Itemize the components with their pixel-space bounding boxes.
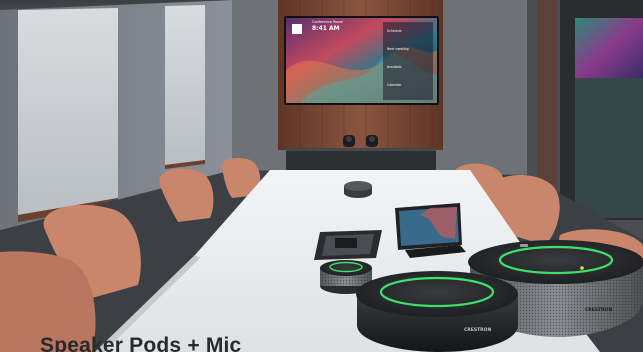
display-time: 8:41 AM	[312, 25, 340, 32]
brand-badge: CRESTRON	[464, 327, 491, 333]
laptop-dock	[314, 230, 382, 260]
window-right	[165, 5, 205, 165]
conference-room-scene: 8:41 AM Conference Room Schedule Next mee…	[0, 0, 643, 352]
display-list-item: Next meeting	[387, 47, 409, 51]
display-list-item: Available	[387, 65, 401, 69]
qr-code-icon	[292, 24, 302, 34]
speaker-pod-front: CRESTRON	[356, 271, 518, 352]
reflected-display	[575, 18, 643, 78]
display-side-panel	[383, 22, 433, 100]
product-caption: Speaker Pods + Mic	[40, 334, 242, 352]
mute-led	[580, 266, 584, 270]
display-list-item: Schedule	[387, 29, 402, 33]
display-title: Conference Room	[312, 20, 344, 24]
credenza	[286, 148, 436, 170]
brand-badge: CRESTRON	[585, 307, 612, 313]
window-left	[18, 8, 118, 215]
display-list-item: Calendar	[387, 83, 402, 87]
product-photo: 8:41 AM Conference Room Schedule Next mee…	[0, 0, 643, 352]
